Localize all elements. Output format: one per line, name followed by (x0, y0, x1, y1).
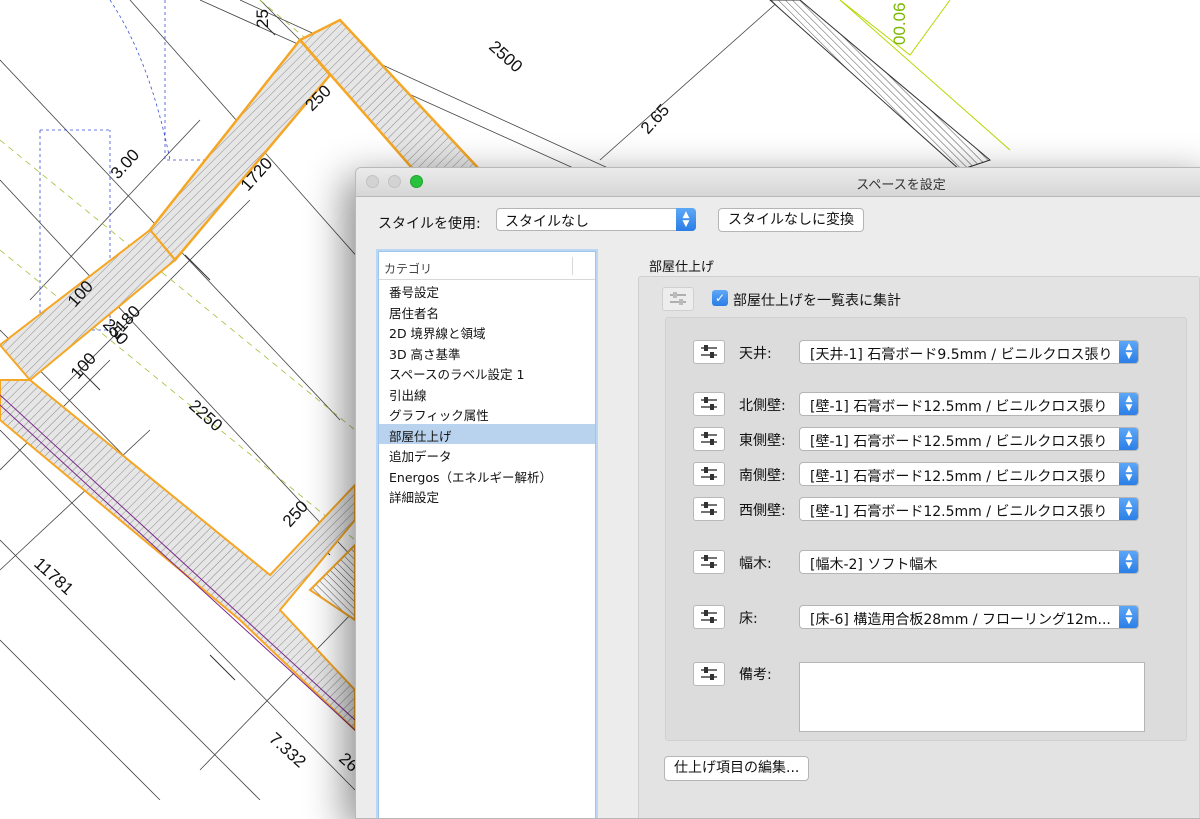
dim-0006: 00.06 (890, 2, 909, 45)
finish-row-label: 天井: (739, 346, 772, 362)
dim-11781: 11781 (30, 554, 77, 599)
sliders-icon (701, 467, 717, 480)
category-header: カテゴリ (379, 252, 595, 280)
finish-rows-panel: 備考: 天井: [天井-1] 石膏ボード9.5mm / ビニルクロス張り ▲ ▼ 北側壁… (665, 317, 1187, 741)
sliders-icon (701, 432, 717, 445)
category-item[interactable]: 詳細設定 (379, 485, 595, 506)
chevron-updown-icon: ▲ ▼ (1119, 428, 1138, 450)
chevron-updown-icon: ▲ ▼ (1119, 463, 1138, 485)
dim-265: 2.65 (637, 100, 673, 137)
finish-row-value: [幅木-2] ソフト幅木 (810, 557, 938, 573)
finish-row-label: 幅木: (739, 556, 772, 572)
sliders-icon (670, 292, 686, 305)
finish-row-select[interactable]: [壁-1] 石膏ボード12.5mm / ビニルクロス張り ▲ ▼ (799, 462, 1139, 486)
sliders-icon (701, 555, 717, 568)
finish-row-value: [壁-1] 石膏ボード12.5mm / ビニルクロス張り (810, 434, 1108, 450)
category-header-label: カテゴリ (384, 262, 433, 276)
finish-row-settings-button[interactable] (693, 340, 725, 364)
sliders-icon (701, 345, 717, 358)
finish-row-value: [壁-1] 石膏ボード12.5mm / ビニルクロス張り (810, 469, 1108, 485)
sliders-icon (701, 397, 717, 410)
window-title: スペースを設定 (856, 178, 946, 193)
finish-row-label: 北側壁: (739, 398, 786, 414)
category-item[interactable]: 居住者名 (379, 301, 595, 322)
finish-row-select[interactable]: [床-6] 構造用合板28mm / フローリング12m... ▲ ▼ (799, 605, 1139, 629)
style-select-value: スタイルなし (505, 214, 589, 230)
finish-row-select[interactable]: [壁-1] 石膏ボード12.5mm / ビニルクロス張り ▲ ▼ (799, 427, 1139, 451)
convert-to-unstyled-button[interactable]: スタイルなしに変換 (718, 208, 864, 232)
finish-row-label: 西側壁: (739, 503, 786, 519)
finish-row-settings-button[interactable] (693, 605, 725, 629)
finish-row-value: [壁-1] 石膏ボード12.5mm / ビニルクロス張り (810, 399, 1108, 415)
dim-7332: 7.332 (265, 729, 309, 772)
category-item[interactable]: 番号設定 (379, 280, 595, 301)
category-item[interactable]: グラフィック属性 (379, 403, 595, 424)
finish-row-settings-button[interactable] (693, 462, 725, 486)
title-bar[interactable]: スペースを設定 (356, 168, 1200, 197)
category-item[interactable]: 部屋仕上げ (379, 423, 595, 444)
chevron-updown-icon: ▲ ▼ (1119, 551, 1138, 573)
finish-row-label: 南側壁: (739, 468, 786, 484)
remarks-label: 備考: (739, 667, 772, 683)
finish-row-settings-button[interactable] (693, 427, 725, 451)
style-label: スタイルを使用: (378, 216, 481, 232)
sliders-icon (701, 610, 717, 623)
finish-row-label: 東側壁: (739, 433, 786, 449)
finish-row-select[interactable]: [壁-1] 石膏ボード12.5mm / ビニルクロス張り ▲ ▼ (799, 392, 1139, 416)
finish-row-value: [床-6] 構造用合板28mm / フローリング12m... (810, 612, 1111, 628)
dim-2250: 2250 (185, 396, 226, 435)
remarks-textarea[interactable] (799, 662, 1145, 732)
category-list: カテゴリ 番号設定 居住者名 2D 境界線と領域 3D 高さ基準 スペースのラベル設定 … (378, 251, 596, 818)
finish-row-value: [壁-1] 石膏ボード12.5mm / ビニルクロス張り (810, 504, 1108, 520)
sliders-icon (701, 502, 717, 515)
room-finish-panel: ✓ 部屋仕上げを一覧表に集計 備考: 天井: [天井-1] 石膏ボード9.5mm … (638, 276, 1200, 818)
finish-row-select[interactable]: [幅木-2] ソフト幅木 ▲ ▼ (799, 550, 1139, 574)
finish-row-select[interactable]: [壁-1] 石膏ボード12.5mm / ビニルクロス張り ▲ ▼ (799, 497, 1139, 521)
chevron-updown-icon: ▲ ▼ (1119, 498, 1138, 520)
chevron-updown-icon: ▲ ▼ (676, 208, 696, 231)
category-item[interactable]: 追加データ (379, 444, 595, 465)
chevron-updown-icon: ▲ ▼ (1119, 393, 1138, 415)
dim-100-b: 100 (67, 349, 100, 383)
remarks-settings-button[interactable] (693, 662, 725, 686)
space-settings-dialog: スペースを設定 スタイルを使用: スタイルなし ▲ ▼ スタイルなしに変換 カテゴ… (355, 167, 1200, 819)
dim-300: 3.00 (107, 145, 143, 182)
category-item[interactable]: スペースのラベル設定 1 (379, 362, 595, 383)
section-title: 部屋仕上げ (649, 260, 715, 275)
finish-row-value: [天井-1] 石膏ボード9.5mm / ビニルクロス張り (810, 347, 1113, 363)
settings-sliders-button[interactable] (662, 287, 694, 311)
category-item[interactable]: Energos（エネルギー解析） (379, 465, 595, 486)
category-items: 番号設定 居住者名 2D 境界線と領域 3D 高さ基準 スペースのラベル設定 1 引出線グ… (379, 280, 595, 506)
finish-row-label: 床: (739, 611, 758, 627)
chevron-updown-icon: ▲ ▼ (1119, 341, 1138, 363)
dim-2500: 2500 (485, 37, 526, 76)
finish-row-settings-button[interactable] (693, 550, 725, 574)
category-item[interactable]: 3D 高さ基準 (379, 342, 595, 363)
dim-250-c: 250 (279, 497, 312, 531)
sliders-icon (701, 667, 717, 680)
finish-row-select[interactable]: [天井-1] 石膏ボード9.5mm / ビニルクロス張り ▲ ▼ (799, 340, 1139, 364)
category-item[interactable]: 引出線 (379, 383, 595, 404)
finish-row-settings-button[interactable] (693, 392, 725, 416)
finish-row-settings-button[interactable] (693, 497, 725, 521)
chevron-updown-icon: ▲ ▼ (1119, 606, 1138, 628)
aggregate-checkbox-label: 部屋仕上げを一覧表に集計 (733, 293, 901, 309)
style-select[interactable]: スタイルなし ▲ ▼ (496, 208, 696, 231)
dim-25: 25 (253, 9, 272, 28)
category-item[interactable]: 2D 境界線と領域 (379, 321, 595, 342)
edit-finish-items-button[interactable]: 仕上げ項目の編集... (664, 756, 810, 781)
aggregate-checkbox[interactable]: ✓ (712, 290, 728, 306)
